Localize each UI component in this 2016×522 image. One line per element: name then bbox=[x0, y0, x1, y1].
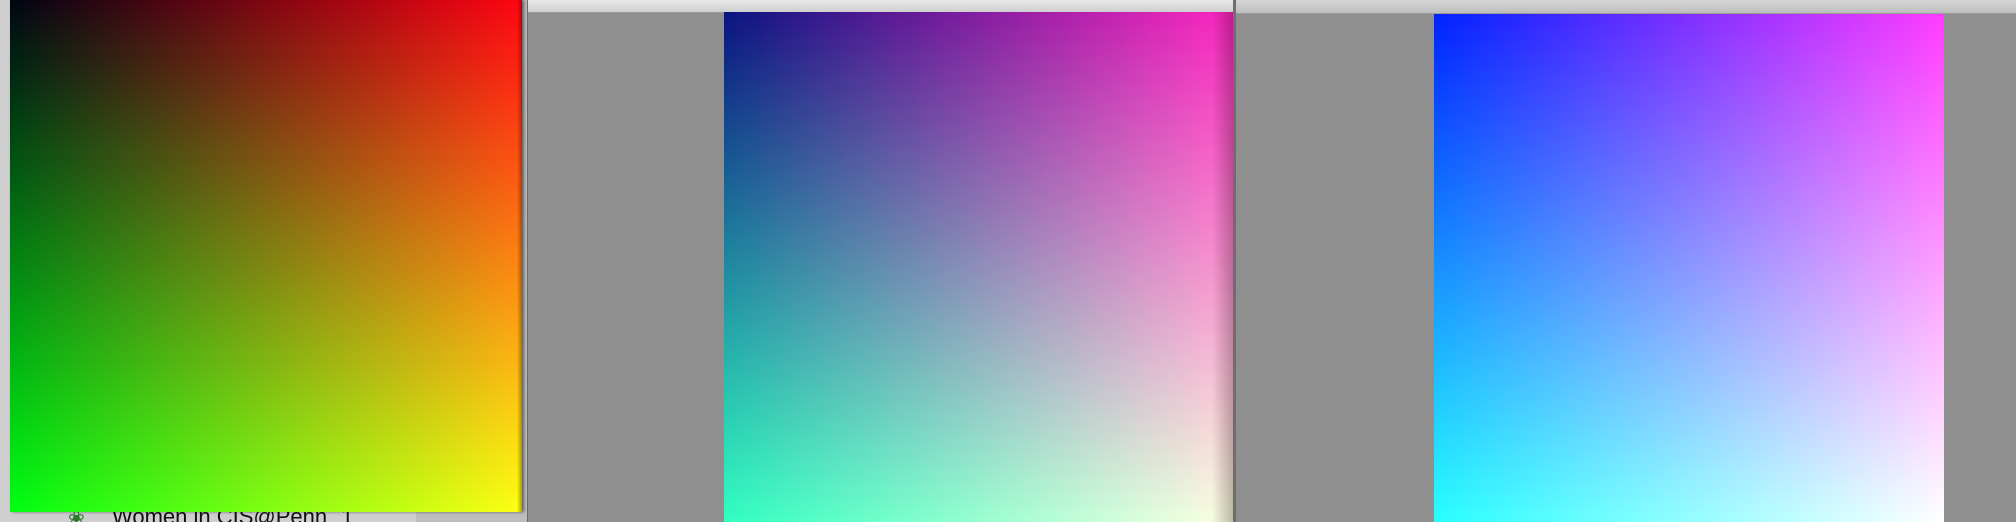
blue-magenta-gradient-window[interactable] bbox=[1236, 0, 2016, 522]
gradient-canvas-red-green bbox=[10, 0, 522, 512]
gradient-canvas-blue-pink bbox=[724, 12, 1234, 522]
green-vertical-gradient bbox=[724, 12, 1234, 522]
canvas-edge-shadow bbox=[1212, 12, 1234, 522]
green-vertical-gradient bbox=[10, 0, 522, 512]
green-vertical-gradient bbox=[1434, 14, 1944, 522]
blue-pink-gradient-window[interactable] bbox=[527, 0, 1237, 522]
gradient-canvas-blue-magenta bbox=[1434, 14, 1944, 522]
canvas-edge-shadow bbox=[517, 0, 522, 512]
window-titlebar[interactable] bbox=[1236, 0, 2016, 14]
red-green-gradient-window[interactable]: ❀ Women in CIS@Penn 1 bbox=[0, 0, 527, 522]
desktop-screen: ❀ Women in CIS@Penn 1 bbox=[0, 0, 2016, 522]
